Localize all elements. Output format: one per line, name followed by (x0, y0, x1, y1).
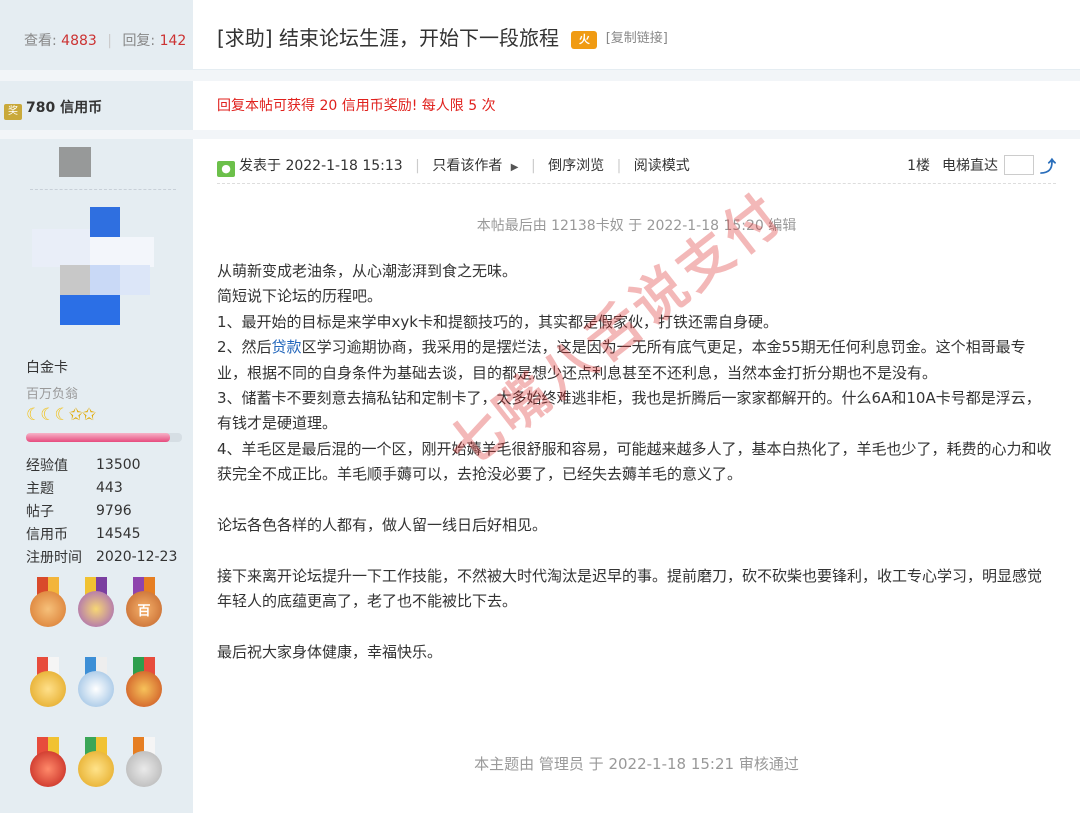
loan-link[interactable]: 贷款 (272, 338, 302, 356)
post-line: 1、最开始的目标是来学申xyk卡和提额技巧的，其实都是假家伙，打铁还需自身硬。 (217, 312, 778, 331)
post-line: 接下来离开论坛提升一下工作技能，不然被大时代淘汰是迟早的事。提前磨刀，砍不砍柴也… (217, 566, 1043, 611)
level-progress-bar (26, 433, 182, 442)
thread-title: [求助] 结束论坛生涯，开始下一段旅程 火 [复制链接] (217, 22, 668, 51)
medal-icon[interactable] (124, 737, 164, 801)
credit-amount-text: 780 信用币 (26, 100, 103, 116)
post-line: 从萌新变成老油条，从心潮澎湃到食之无味。 (217, 262, 518, 280)
jump-arrow-icon[interactable]: ⤴ (1040, 153, 1056, 177)
medal-icon[interactable] (76, 737, 116, 801)
reward-icon: 奖 (4, 104, 22, 120)
medal-icon[interactable] (28, 737, 68, 801)
post-line: 3、储蓄卡不要刻意去搞私钻和定制卡了，太多始终难逃非柜，我也是折腾后一家家都解开… (217, 389, 1041, 433)
reward-notice: 回复本帖可获得 20 信用币奖励! 每人限 5 次 (217, 98, 496, 114)
stat-row: 注册时间 2020-12-23 (26, 548, 178, 566)
stat-row: 信用币 14545 (26, 525, 141, 543)
meta-separator: | (616, 158, 622, 174)
credit-amount: 奖 780 信用币 (4, 97, 102, 120)
user-group: 白金卡 (26, 360, 68, 376)
play-arrow-icon: ▶ (510, 162, 519, 173)
user-stats-table: 经验值 13500 主题 443 帖子 9796 信用币 14545 注册时间 2020-… (26, 453, 177, 568)
medal-icon[interactable] (124, 657, 164, 721)
level-progress-fill (26, 433, 170, 442)
medal-icon[interactable] (76, 577, 116, 641)
reward-panel: 回复本帖可获得 20 信用币奖励! 每人限 5 次 (193, 81, 1080, 130)
hot-thread-icon: 火 (571, 31, 598, 49)
credit-panel: 奖 780 信用币 (0, 81, 193, 130)
profile-divider (30, 189, 176, 190)
level-stars-icon: ☾☾☾✩✩ (26, 405, 96, 425)
thread-title-panel: [求助] 结束论坛生涯，开始下一段旅程 火 [复制链接] (193, 0, 1080, 70)
forum-thread-page: 查看: 4883 | 回复: 142 [求助] 结束论坛生涯，开始下一段旅程 火… (0, 0, 1080, 813)
medal-icon[interactable]: 百 (124, 577, 164, 641)
stat-row: 经验值 13500 (26, 456, 141, 474)
views-count: 4883 (61, 33, 97, 49)
only-author-link[interactable]: 只看该作者 (432, 158, 502, 174)
online-status-icon: ● (217, 161, 235, 177)
stat-row: 主题 443 (26, 479, 123, 497)
edit-note: 本帖最后由 12138卡奴 于 2022-1-18 15:20 编辑 (476, 218, 797, 234)
floor-jump: 1楼 电梯直达 ⤴ (907, 153, 1056, 177)
meta-divider (217, 183, 1056, 184)
post-line: 4、羊毛区是最后混的一个区，刚开始薅羊毛很舒服和容易，可能越来越多人了，基本白热… (217, 439, 1052, 484)
views-label: 查看: (24, 33, 57, 49)
row-divider (0, 130, 1080, 139)
user-rank: 百万负翁 (26, 387, 79, 402)
medal-icon[interactable] (28, 657, 68, 721)
jump-label: 电梯直达 (941, 158, 998, 174)
thread-stats: 查看: 4883 | 回复: 142 (24, 30, 186, 50)
floor-input[interactable] (1003, 155, 1034, 175)
post-panel: ● 发表于 2022-1-18 15:13 | 只看该作者 ▶ | 倒序浏览 | … (193, 139, 1080, 813)
floor-number: 1楼 (907, 158, 930, 174)
approval-note: 本主题由 管理员 于 2022-1-18 15:21 审核通过 (474, 755, 799, 773)
meta-separator: | (530, 158, 536, 174)
medal-icon[interactable] (28, 577, 68, 641)
reverse-order-link[interactable]: 倒序浏览 (548, 158, 604, 174)
thread-title-text: [求助] 结束论坛生涯，开始下一段旅程 (217, 26, 559, 50)
post-line: 论坛各色各样的人都有，做人留一线日后好相见。 (217, 516, 548, 535)
author-name-blurred[interactable] (59, 147, 91, 177)
author-profile: 白金卡 百万负翁 ☾☾☾✩✩ 经验值 13500 主题 443 帖子 9796 信用币… (0, 139, 193, 813)
meta-separator: | (415, 158, 420, 174)
thread-stats-panel: 查看: 4883 | 回复: 142 (0, 0, 193, 70)
copy-link-button[interactable]: [复制链接] (606, 31, 668, 46)
medal-icon[interactable] (76, 657, 116, 721)
read-mode-link[interactable]: 阅读模式 (634, 158, 690, 174)
post-line: 最后祝大家身体健康，幸福快乐。 (217, 643, 443, 662)
post-time: 发表于 2022-1-18 15:13 (239, 158, 403, 174)
post-meta-bar: ● 发表于 2022-1-18 15:13 | 只看该作者 ▶ | 倒序浏览 | … (217, 155, 690, 177)
replies-label: 回复: (122, 33, 156, 49)
avatar[interactable] (28, 207, 156, 327)
post-line: 简短说下论坛的历程吧。 (217, 287, 383, 306)
post-line: 2、然后贷款区学习逾期协商，我采用的是摆烂法，这是因为一无所有底气更足，本金55… (217, 338, 1026, 382)
row-divider (0, 70, 1080, 81)
stat-row: 帖子 9796 (26, 502, 132, 520)
post-content: 从萌新变成老油条，从心潮澎湃到食之无味。 简短说下论坛的历程吧。 1、最开始的目… (217, 259, 1055, 665)
replies-count: 142 (159, 33, 187, 49)
stats-separator: | (107, 33, 112, 49)
